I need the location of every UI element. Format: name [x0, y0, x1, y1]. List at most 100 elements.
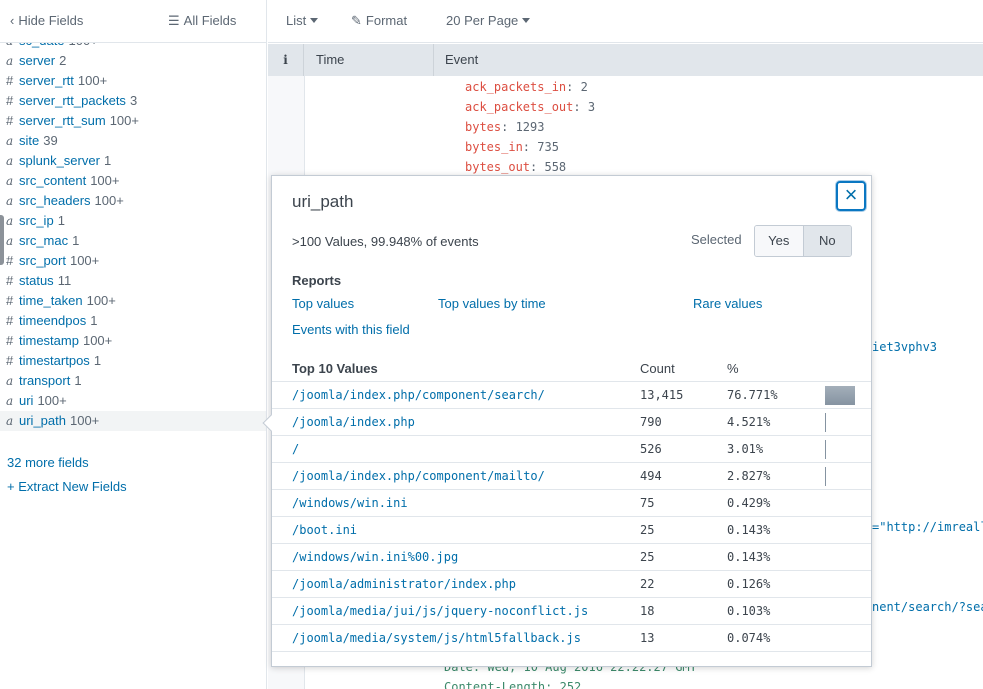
value-name[interactable]: /joomla/media/jui/js/jquery-noconflict.j…: [292, 604, 588, 618]
field-item[interactable]: # status 11: [0, 271, 266, 291]
selected-toggle: Yes No: [754, 225, 852, 257]
value-pct: 0.143%: [727, 523, 771, 537]
field-item[interactable]: a uri_path 100+: [0, 411, 266, 431]
event-field-value[interactable]: 2: [581, 80, 588, 94]
event-field-key[interactable]: bytes: [465, 120, 501, 134]
per-page-dropdown[interactable]: 20 Per Page: [446, 13, 531, 28]
field-name[interactable]: transport: [19, 373, 70, 388]
extract-new-fields-link[interactable]: + Extract New Fields: [7, 479, 127, 494]
top-value-row[interactable]: /joomla/media/jui/js/jquery-noconflict.j…: [272, 598, 871, 625]
field-name[interactable]: site: [19, 133, 39, 148]
top-values-link[interactable]: Top values: [292, 296, 354, 311]
value-name[interactable]: /: [292, 442, 299, 456]
value-name[interactable]: /joomla/media/system/js/html5fallback.js: [292, 631, 581, 645]
field-name[interactable]: server: [19, 53, 55, 68]
event-field-value[interactable]: 3: [588, 100, 595, 114]
event-field-key[interactable]: bytes_out: [465, 160, 530, 174]
string-type-icon: a: [6, 414, 14, 428]
value-name[interactable]: /joomla/index.php/component/mailto/: [292, 469, 545, 483]
top-value-row[interactable]: /joomla/index.php/component/mailto/494 2.…: [272, 463, 871, 490]
top-value-row[interactable]: /joomla/index.php/component/search/13,41…: [272, 382, 871, 409]
separator: :: [566, 80, 581, 94]
value-pct: 0.103%: [727, 604, 771, 618]
separator: :: [573, 100, 588, 114]
top-value-row[interactable]: /joomla/index.php 790 4.521%: [272, 409, 871, 436]
top-value-row[interactable]: /windows/win.ini 75 0.429%: [272, 490, 871, 517]
field-item[interactable]: a server 2: [0, 51, 266, 71]
field-name[interactable]: src_port: [19, 253, 66, 268]
field-item[interactable]: # server_rtt_sum 100+: [0, 111, 266, 131]
selected-no-button[interactable]: No: [803, 226, 851, 256]
event-fragment: ="http://imreall: [872, 520, 983, 534]
sidebar-resize-handle[interactable]: [0, 215, 4, 265]
more-fields-link[interactable]: 32 more fields: [7, 455, 89, 470]
field-item[interactable]: # timestartpos 1: [0, 351, 266, 371]
event-field-key[interactable]: ack_packets_in: [465, 80, 566, 94]
field-item[interactable]: a src_ip 1: [0, 211, 266, 231]
event-field-key[interactable]: bytes_in: [465, 140, 523, 154]
field-item[interactable]: # timeendpos 1: [0, 311, 266, 331]
top-value-row[interactable]: /joomla/administrator/index.php 22 0.126%: [272, 571, 871, 598]
format-label: Format: [365, 13, 408, 28]
field-name[interactable]: src_ip: [19, 213, 54, 228]
format-button[interactable]: ✎ Format: [351, 13, 407, 29]
top-value-row[interactable]: /boot.ini 25 0.143%: [272, 517, 871, 544]
selected-label: Selected: [691, 232, 742, 247]
list-view-dropdown[interactable]: List: [286, 13, 319, 28]
field-name[interactable]: uri: [19, 393, 33, 408]
field-item[interactable]: # server_rtt 100+: [0, 71, 266, 91]
hide-fields-button[interactable]: ‹ Hide Fields: [10, 13, 83, 28]
field-item[interactable]: a uri 100+: [0, 391, 266, 411]
field-name[interactable]: src_mac: [19, 233, 68, 248]
top-value-row[interactable]: / 526 3.01%: [272, 436, 871, 463]
value-name[interactable]: /boot.ini: [292, 523, 357, 537]
close-button[interactable]: ×: [836, 181, 866, 211]
field-item[interactable]: # timestamp 100+: [0, 331, 266, 351]
field-name[interactable]: status: [19, 273, 54, 288]
value-name[interactable]: /joomla/index.php/component/search/: [292, 388, 545, 402]
event-field-value[interactable]: 735: [537, 140, 559, 154]
value-pct: 0.143%: [727, 550, 771, 564]
top-value-row[interactable]: /windows/win.ini%00.jpg 25 0.143%: [272, 544, 871, 571]
top-values-by-time-link[interactable]: Top values by time: [438, 296, 546, 311]
event-field-value[interactable]: 558: [544, 160, 566, 174]
field-name[interactable]: server_rtt_sum: [19, 113, 106, 128]
value-name[interactable]: /joomla/administrator/index.php: [292, 577, 516, 591]
all-fields-button[interactable]: ☰ All Fields: [168, 13, 236, 29]
field-item[interactable]: a src_content 100+: [0, 171, 266, 191]
field-item[interactable]: a src_mac 1: [0, 231, 266, 251]
field-item[interactable]: a transport 1: [0, 371, 266, 391]
top-value-row[interactable]: /joomla/media/system/js/html5fallback.js…: [272, 625, 871, 652]
rare-values-link[interactable]: Rare values: [693, 296, 762, 311]
field-item[interactable]: a splunk_server 1: [0, 151, 266, 171]
popover-title: uri_path: [292, 192, 354, 211]
numeric-type-icon: #: [6, 333, 14, 348]
event-field-value[interactable]: 1293: [516, 120, 545, 134]
field-name[interactable]: src_content: [19, 173, 86, 188]
field-name[interactable]: time_taken: [19, 293, 83, 308]
field-item[interactable]: a site 39: [0, 131, 266, 151]
field-name[interactable]: timestartpos: [19, 353, 90, 368]
value-name[interactable]: /windows/win.ini%00.jpg: [292, 550, 458, 564]
field-name[interactable]: splunk_server: [19, 153, 100, 168]
field-item[interactable]: # src_port 100+: [0, 251, 266, 271]
field-name[interactable]: uri_path: [19, 413, 66, 428]
field-item[interactable]: # time_taken 100+: [0, 291, 266, 311]
value-name[interactable]: /joomla/index.php: [292, 415, 415, 429]
field-item[interactable]: a src_headers 100+: [0, 191, 266, 211]
field-name[interactable]: src_headers: [19, 193, 91, 208]
field-name[interactable]: timeendpos: [19, 313, 86, 328]
field-count: 1: [57, 213, 65, 228]
field-count: 11: [57, 273, 72, 288]
value-count: 13: [640, 631, 655, 645]
event-field-key[interactable]: ack_packets_out: [465, 100, 573, 114]
time-column-header[interactable]: Time: [304, 44, 434, 76]
value-count: 13,415: [640, 388, 684, 402]
selected-yes-button[interactable]: Yes: [755, 226, 804, 256]
events-with-field-link[interactable]: Events with this field: [292, 322, 410, 337]
value-name[interactable]: /windows/win.ini: [292, 496, 408, 510]
field-name[interactable]: server_rtt: [19, 73, 74, 88]
field-name[interactable]: timestamp: [19, 333, 79, 348]
field-item[interactable]: # server_rtt_packets 3: [0, 91, 266, 111]
field-name[interactable]: server_rtt_packets: [19, 93, 126, 108]
